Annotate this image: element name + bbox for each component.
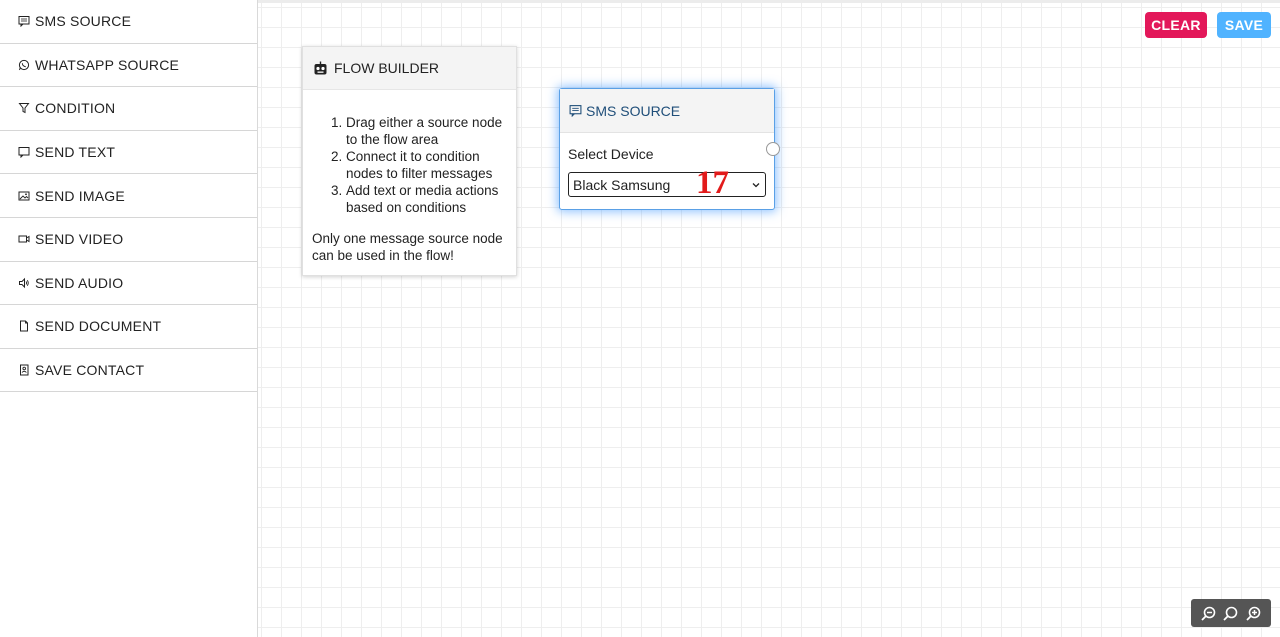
sidebar-item-send-video[interactable]: SEND VIDEO <box>0 218 257 262</box>
zoom-out-icon[interactable] <box>1200 605 1217 622</box>
help-card-title: FLOW BUILDER <box>334 60 440 76</box>
sidebar-item-label: SMS SOURCE <box>35 13 132 30</box>
zoom-reset-icon[interactable] <box>1222 605 1239 622</box>
sidebar-item-whatsapp-source[interactable]: WHATSAPP SOURCE <box>0 44 257 88</box>
chat-icon <box>18 146 30 159</box>
message-icon <box>18 15 30 28</box>
node-header[interactable]: SMS SOURCE <box>560 89 774 133</box>
sidebar-item-label: SEND DOCUMENT <box>35 318 162 335</box>
sidebar: SMS SOURCE WHATSAPP SOURCE CONDITION SEN… <box>0 0 258 637</box>
device-select[interactable]: Black Samsung <box>568 172 766 197</box>
sidebar-item-label: SEND TEXT <box>35 144 116 161</box>
help-step: Drag either a source node to the flow ar… <box>346 114 508 148</box>
sidebar-item-label: SEND VIDEO <box>35 231 124 248</box>
clear-button[interactable]: CLEAR <box>1145 12 1207 38</box>
video-icon <box>18 233 30 245</box>
contact-icon <box>18 364 30 376</box>
sidebar-item-label: SEND AUDIO <box>35 274 124 291</box>
help-card-header: FLOW BUILDER <box>303 47 516 90</box>
sidebar-item-send-document[interactable]: SEND DOCUMENT <box>0 305 257 349</box>
overlay-number: 17 <box>696 165 729 201</box>
sidebar-item-send-audio[interactable]: SEND AUDIO <box>0 262 257 306</box>
help-step: Add text or media actions based on condi… <box>346 182 508 216</box>
sidebar-item-send-text[interactable]: SEND TEXT <box>0 131 257 175</box>
select-device-label: Select Device <box>568 146 654 162</box>
save-button[interactable]: SAVE <box>1217 12 1271 38</box>
sidebar-item-label: SAVE CONTACT <box>35 362 145 379</box>
sidebar-item-condition[interactable]: CONDITION <box>0 87 257 131</box>
node-output-handle[interactable] <box>766 142 780 156</box>
image-icon <box>18 190 30 202</box>
node-title: SMS SOURCE <box>586 102 681 119</box>
document-icon <box>18 320 30 332</box>
sidebar-item-label: CONDITION <box>35 100 116 117</box>
sidebar-item-label: SEND IMAGE <box>35 187 125 204</box>
sms-source-node[interactable]: SMS SOURCE Select Device Black Samsung <box>559 88 775 210</box>
flow-builder-help-card: FLOW BUILDER Drag either a source node t… <box>302 46 517 276</box>
sidebar-item-label: WHATSAPP SOURCE <box>35 56 180 73</box>
filter-icon <box>18 102 30 114</box>
help-note: Only one message source node can be used… <box>312 231 503 263</box>
zoom-in-icon[interactable] <box>1245 605 1262 622</box>
sidebar-item-sms-source[interactable]: SMS SOURCE <box>0 0 257 44</box>
speaker-icon <box>18 277 30 289</box>
robot-icon <box>313 61 328 76</box>
device-select-value: Black Samsung <box>573 176 671 193</box>
help-card-body: Drag either a source node to the flow ar… <box>303 90 516 264</box>
help-step: Connect it to condition nodes to filter … <box>346 148 508 182</box>
sidebar-item-save-contact[interactable]: SAVE CONTACT <box>0 349 257 393</box>
message-icon <box>569 104 582 118</box>
chevron-down-icon <box>751 178 761 190</box>
sidebar-item-send-image[interactable]: SEND IMAGE <box>0 174 257 218</box>
help-steps-list: Drag either a source node to the flow ar… <box>312 114 508 216</box>
whatsapp-icon <box>18 59 30 71</box>
zoom-controls <box>1191 599 1271 627</box>
